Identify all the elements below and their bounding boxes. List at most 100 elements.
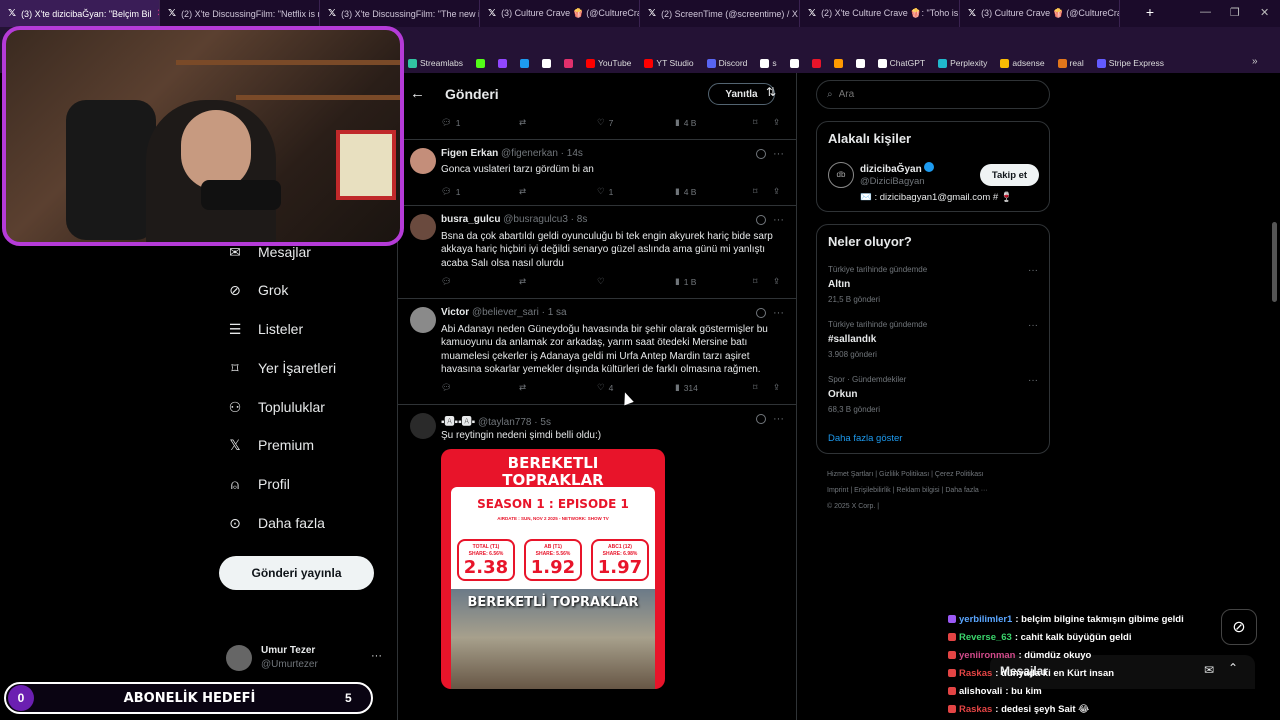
nav-item-daha-fazla[interactable]: ⊙ Daha fazla [226, 509, 325, 537]
nav-item-listeler[interactable]: ☰ Listeler [226, 315, 303, 343]
tweet-image[interactable]: BEREKETLI TOPRAKLAR SEASON 1 : EPISODE 1 AI… [441, 449, 665, 689]
search-box[interactable]: ⌕ [816, 80, 1050, 109]
retweet-action[interactable]: ⇄ [519, 276, 530, 287]
tweet[interactable]: ▪🅰▪▪🅰▪ @taylan778 · 5s ··· Şu reytingin ne… [398, 405, 796, 720]
bookmark-item[interactable] [564, 58, 573, 68]
related-name[interactable]: dizicibaĞyan [860, 162, 935, 175]
minimize-icon[interactable]: — [1200, 6, 1211, 18]
bookmark-item[interactable]: real [1057, 58, 1084, 68]
trend-item[interactable]: Türkiye tarihinde gündemde Altın 21,5 B gö… [828, 265, 1038, 304]
avatar[interactable]: db [828, 162, 854, 188]
bookmark-item[interactable]: Streamlabs [408, 58, 463, 68]
search-input[interactable] [838, 89, 1029, 100]
tweet-author-name[interactable]: ▪🅰▪▪🅰▪ [441, 417, 475, 428]
tweet-time[interactable]: 1 sa [548, 307, 567, 318]
grok-icon[interactable] [756, 308, 766, 318]
grok-icon[interactable] [756, 215, 766, 225]
tweet-author-name[interactable]: Figen Erkan [441, 148, 498, 159]
avatar[interactable] [410, 214, 436, 240]
more-dots-icon[interactable]: ··· [773, 307, 784, 319]
retweet-action[interactable]: ⇄ [519, 382, 530, 393]
grok-icon[interactable] [756, 414, 766, 424]
trend-item[interactable]: Türkiye tarihinde gündemde #sallandık 3.90… [828, 320, 1038, 359]
footer-link[interactable]: Imprint [827, 487, 848, 494]
bookmark-item[interactable]: adsense [1000, 58, 1045, 68]
bookmark-action[interactable]: ⌑ [753, 117, 757, 128]
avatar[interactable] [410, 148, 436, 174]
retweet-action[interactable]: ⇄ [519, 117, 526, 128]
views-action[interactable]: ▮ 1 B [675, 276, 696, 287]
bookmark-item[interactable]: Stripe Express [1096, 58, 1164, 68]
bookmark-action[interactable]: ⌑ [753, 276, 757, 287]
more-dots-icon[interactable]: ··· [773, 148, 784, 160]
browser-tab[interactable]: 𝕏(2) ScreenTime (@screentime) / X✕ [640, 0, 800, 27]
views-action[interactable]: ▮ 314 [675, 382, 698, 393]
views-action[interactable]: ▮ 4 B [675, 186, 696, 197]
close-window-icon[interactable]: ✕ [1260, 6, 1269, 19]
bookmark-item[interactable] [833, 58, 843, 68]
more-dots-icon[interactable]: ··· [371, 650, 382, 662]
post-button[interactable]: Gönderi yayınla [219, 556, 374, 590]
reply-button[interactable]: Yanıtla [708, 83, 775, 105]
like-action[interactable]: ♡ 4 [597, 382, 613, 393]
bookmark-item[interactable] [811, 58, 821, 68]
reply-action[interactable]: 💬︎ [441, 276, 456, 287]
like-action[interactable]: ♡ 1 [597, 186, 613, 197]
bookmark-item[interactable]: ChatGPT [877, 58, 925, 68]
nav-item-profil[interactable]: ⍝ Profil [226, 470, 290, 498]
grok-icon[interactable] [756, 149, 766, 159]
reply-action[interactable]: 💬︎ [441, 382, 456, 393]
bookmark-item[interactable]: YouTube [586, 58, 631, 68]
footer-link[interactable]: © 2025 X Corp. [827, 503, 875, 510]
avatar[interactable] [410, 413, 436, 439]
tweet-author-handle[interactable]: @figenerkan [501, 148, 558, 159]
retweet-action[interactable]: ⇄ [519, 186, 530, 197]
share-action[interactable]: ⇪ [773, 186, 780, 197]
footer-link[interactable]: Hizmet Şartları [827, 471, 873, 478]
browser-tab[interactable]: 𝕏(3) Culture Crave 🍿 (@CultureCrav✕ [960, 0, 1120, 27]
footer-link[interactable]: Erişilebilirlik [854, 487, 891, 494]
browser-tab[interactable]: 𝕏(2) X'te Culture Crave 🍿: "Toho is m✕ [800, 0, 960, 27]
bookmark-action[interactable]: ⌑ [753, 382, 757, 393]
tweet-author-name[interactable]: busra_gulcu [441, 214, 500, 225]
back-arrow-icon[interactable]: ← [410, 85, 425, 102]
bookmark-item[interactable] [542, 58, 551, 68]
scrollbar[interactable] [1272, 222, 1277, 302]
tweet-time[interactable]: 14s [567, 148, 583, 159]
reply-action[interactable]: 💬︎ 1 [441, 117, 461, 128]
show-more-link[interactable]: Daha fazla göster [828, 433, 902, 444]
bookmark-item[interactable]: Discord [706, 58, 747, 68]
like-action[interactable]: ♡ [597, 276, 609, 287]
tweet-time[interactable]: 8s [577, 214, 588, 225]
bookmark-item[interactable] [498, 58, 507, 68]
bookmark-item[interactable]: Perplexity [938, 58, 987, 68]
tweet-author-handle[interactable]: @believer_sari [472, 307, 539, 318]
share-action[interactable]: ⇪ [773, 276, 780, 287]
browser-tab[interactable]: 𝕏(3) Culture Crave 🍿 (@CultureCrav✕ [480, 0, 640, 27]
nav-item-grok[interactable]: ⊘ Grok [226, 276, 288, 304]
nav-item-premium[interactable]: 𝕏 Premium [226, 431, 314, 459]
like-action[interactable]: ♡ 7 [597, 117, 613, 128]
footer-link[interactable]: Çerez Politikası [935, 471, 984, 478]
bookmark-item[interactable] [520, 58, 529, 68]
more-dots-icon[interactable]: ··· [773, 413, 784, 425]
tweet-author-handle[interactable]: @taylan778 [478, 417, 532, 428]
tweet[interactable]: Victor @believer_sari · 1 sa ··· Abi Adana… [398, 299, 796, 405]
share-action[interactable]: ⇪ [773, 382, 780, 393]
footer-link[interactable]: Daha fazla ··· [945, 487, 987, 494]
tweet[interactable]: busra_gulcu @busragulcu3 · 8s ··· Bsna da … [398, 206, 796, 299]
footer-link[interactable]: Gizlilik Politikası [879, 471, 929, 478]
maximize-icon[interactable]: ❐ [1230, 6, 1240, 19]
follow-button[interactable]: Takip et [980, 164, 1039, 186]
trend-item[interactable]: Spor · Gündemdekiler Orkun 68,3 B gönderi ·… [828, 375, 1038, 414]
bookmark-action[interactable]: ⌑ [753, 186, 757, 197]
tweet-time[interactable]: 5s [540, 417, 551, 428]
more-dots-icon[interactable]: ··· [773, 214, 784, 226]
browser-tab[interactable]: 𝕏(3) X'te DiscussingFilm: "The new ini✕ [320, 0, 480, 27]
account-switcher[interactable]: Umur Tezer @Umurtezer ··· [226, 640, 386, 680]
tweet-author-name[interactable]: Victor [441, 307, 469, 318]
tweet[interactable]: Figen Erkan @figenerkan · 14s ··· Gonca vu… [398, 140, 796, 206]
more-dots-icon[interactable]: ··· [1028, 375, 1038, 386]
bookmarks-overflow-icon[interactable]: » [1252, 56, 1258, 67]
nav-item-yer-i-aretleri[interactable]: ⌑ Yer İşaretleri [226, 354, 336, 382]
